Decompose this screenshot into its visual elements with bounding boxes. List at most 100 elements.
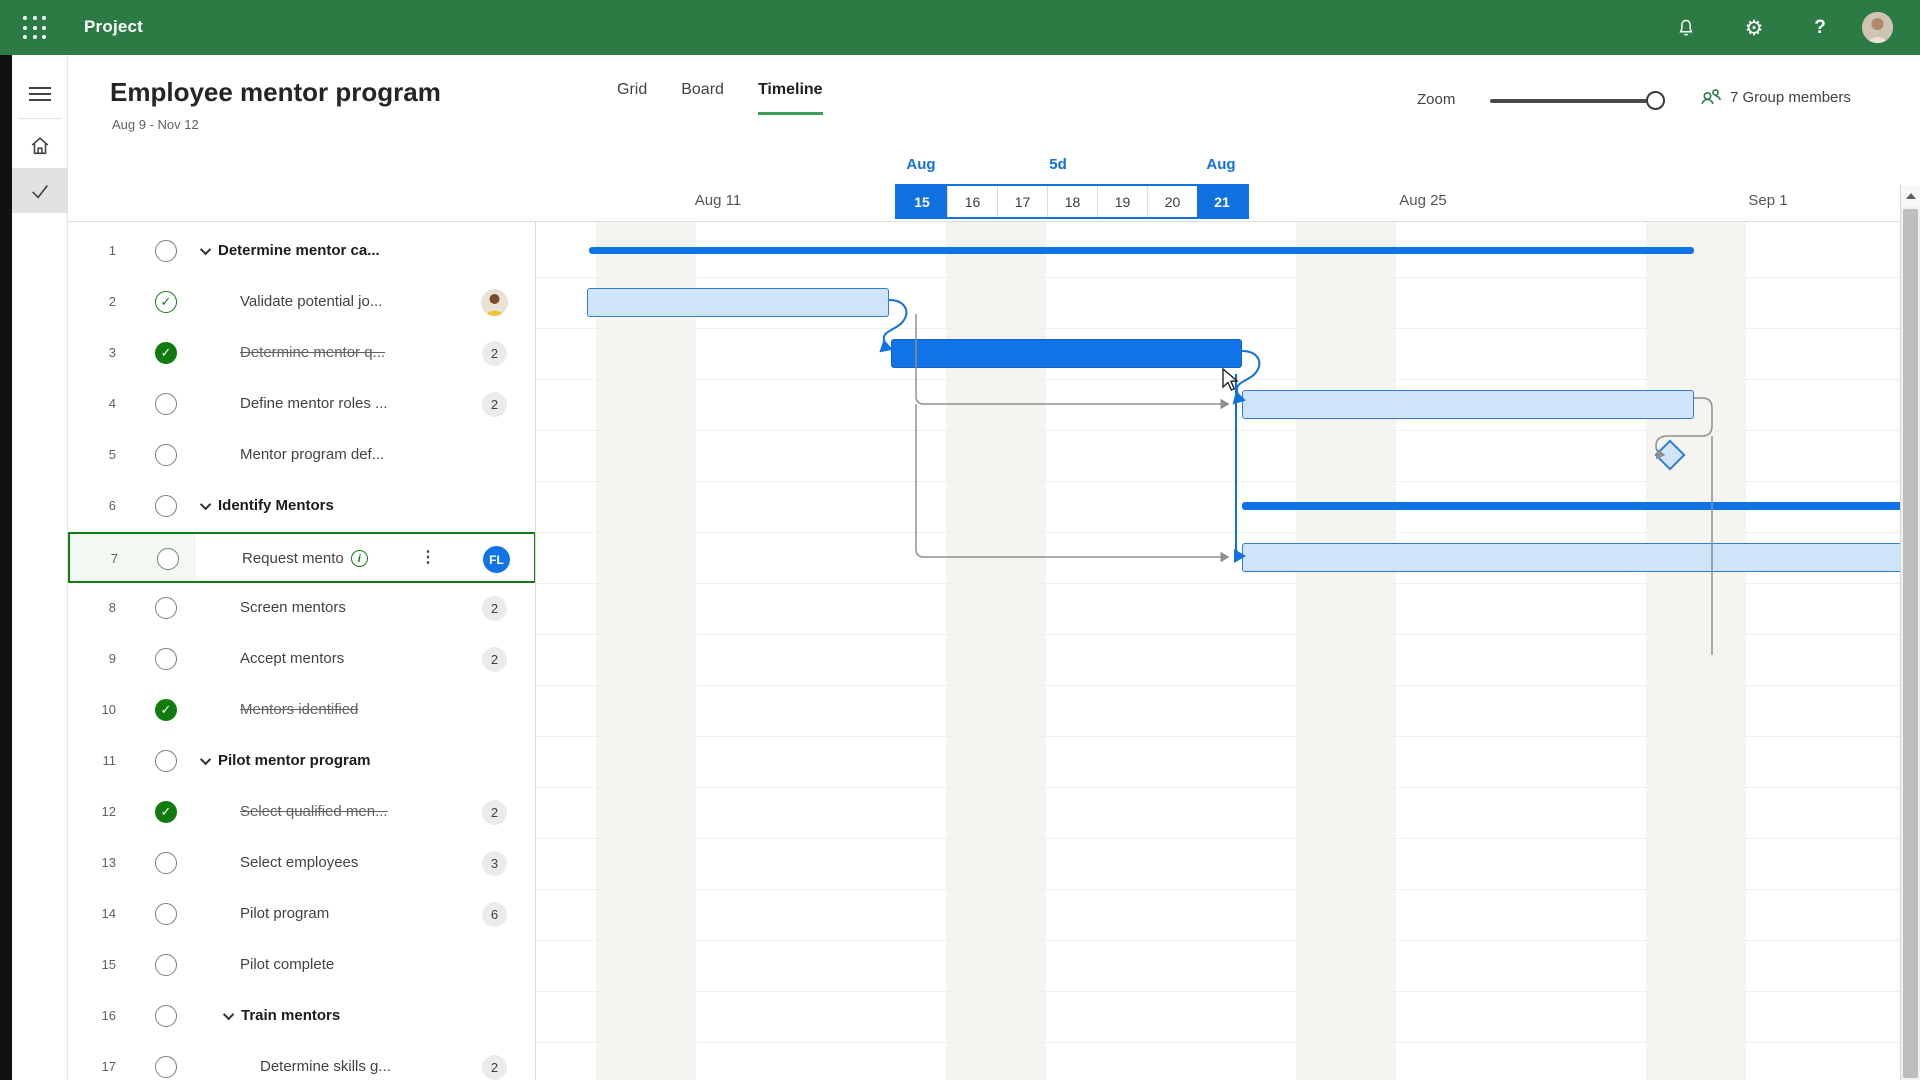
task-row[interactable]: 4Define mentor roles ...2 (68, 379, 536, 430)
task-name[interactable]: Mentor program def... (240, 446, 384, 463)
zoom-slider-knob[interactable] (1646, 91, 1665, 110)
task-row[interactable]: 10✓Mentors identified (68, 685, 536, 736)
task-name[interactable]: Define mentor roles ... (240, 395, 388, 412)
dependency-link (884, 300, 906, 349)
task-name[interactable]: Train mentors (226, 1007, 340, 1024)
task-name-text: Mentor program def... (240, 446, 384, 463)
task-name[interactable]: Screen mentors (240, 599, 346, 616)
gear-icon[interactable]: ⚙ (1740, 14, 1768, 42)
task-complete-circle[interactable] (155, 1056, 177, 1078)
task-complete-circle[interactable] (155, 240, 177, 262)
task-row[interactable]: 1Determine mentor ca... (68, 226, 536, 277)
app-launcher-icon[interactable] (22, 15, 48, 41)
task-row[interactable]: 9Accept mentors2 (68, 634, 536, 685)
task-complete-circle[interactable] (155, 954, 177, 976)
people-icon (1700, 88, 1722, 106)
dependency-link (916, 404, 1228, 557)
task-complete-circle[interactable] (155, 1005, 177, 1027)
task-completed-check[interactable]: ✓ (155, 342, 177, 364)
info-icon[interactable]: i (351, 550, 368, 567)
hamburger-icon[interactable] (12, 71, 68, 117)
task-row[interactable]: 5Mentor program def... (68, 430, 536, 481)
more-options-icon[interactable]: ⋮ (420, 547, 436, 571)
task-name[interactable]: Determine mentor ca... (203, 242, 380, 259)
subtask-count-badge: 2 (482, 800, 507, 825)
task-complete-circle[interactable] (155, 495, 177, 517)
task-name[interactable]: Pilot mentor program (203, 752, 371, 769)
task-row[interactable]: 13Select employees3 (68, 838, 536, 889)
task-completed-check[interactable]: ✓ (155, 291, 177, 313)
task-row[interactable]: 3✓Determine mentor q...2 (68, 328, 536, 379)
task-name-text: Select qualified men... (240, 803, 388, 820)
task-complete-circle[interactable] (155, 597, 177, 619)
task-completed-check[interactable]: ✓ (155, 801, 177, 823)
task-name[interactable]: Select qualified men... (240, 803, 388, 820)
day-cell-15[interactable]: 15 (897, 186, 947, 217)
scrollbar-thumb[interactable] (1903, 209, 1918, 1078)
assignee-avatar[interactable] (481, 289, 508, 316)
task-completed-check[interactable]: ✓ (155, 699, 177, 721)
task-complete-circle[interactable] (155, 750, 177, 772)
chevron-down-icon[interactable] (200, 753, 211, 764)
scroll-up-icon[interactable] (1901, 185, 1920, 207)
subtask-count-badge: 2 (482, 341, 507, 366)
project-date-range: Aug 9 - Nov 12 (112, 117, 199, 132)
task-name[interactable]: Validate potential jo... (240, 293, 382, 310)
assignee-avatar[interactable]: FL (483, 546, 510, 573)
chevron-down-icon[interactable] (223, 1008, 234, 1019)
task-row[interactable]: 7Request mentoi⋮FL (68, 532, 536, 583)
tab-board[interactable]: Board (681, 81, 724, 115)
group-members-button[interactable]: 7 Group members (1700, 88, 1851, 106)
day-cell-16[interactable]: 16 (947, 186, 997, 217)
user-avatar[interactable] (1862, 12, 1893, 43)
task-name[interactable]: Pilot complete (240, 956, 334, 973)
task-complete-circle[interactable] (155, 444, 177, 466)
vertical-scrollbar[interactable] (1900, 185, 1920, 1080)
zoom-slider-track[interactable] (1490, 99, 1655, 103)
home-icon[interactable] (12, 123, 68, 169)
task-row[interactable]: 8Screen mentors2 (68, 583, 536, 634)
task-row[interactable]: 17Determine skills g...2 (68, 1042, 536, 1080)
task-name[interactable]: Determine mentor q... (240, 344, 385, 361)
task-row[interactable]: 2✓Validate potential jo... (68, 277, 536, 328)
task-row[interactable]: 12✓Select qualified men...2 (68, 787, 536, 838)
mouse-cursor (1220, 368, 1242, 392)
task-name-text: Pilot complete (240, 956, 334, 973)
task-name[interactable]: Select employees (240, 854, 358, 871)
task-name-text: Determine skills g... (260, 1058, 391, 1075)
day-cell-17[interactable]: 17 (997, 186, 1047, 217)
task-complete-circle[interactable] (155, 648, 177, 670)
task-row[interactable]: 11Pilot mentor program (68, 736, 536, 787)
task-name[interactable]: Pilot program (240, 905, 329, 922)
task-complete-circle[interactable] (155, 903, 177, 925)
task-row[interactable]: 16Train mentors (68, 991, 536, 1042)
task-row[interactable]: 14Pilot program6 (68, 889, 536, 940)
day-cell-21[interactable]: 21 (1197, 186, 1247, 217)
task-name[interactable]: Request mentoi (242, 550, 368, 567)
day-cell-20[interactable]: 20 (1147, 186, 1197, 217)
help-icon[interactable]: ? (1806, 14, 1834, 42)
range-duration-label: 5d (1049, 156, 1067, 173)
tab-grid[interactable]: Grid (617, 81, 647, 115)
task-name[interactable]: Determine skills g... (260, 1058, 391, 1075)
selected-date-range[interactable]: 15161718192021 (895, 184, 1249, 219)
task-name-text: Train mentors (241, 1007, 340, 1024)
task-list-panel: 1Determine mentor ca... 2 ✓ Validate potent… (68, 222, 536, 1080)
chevron-down-icon[interactable] (200, 498, 211, 509)
check-icon[interactable] (12, 168, 68, 213)
task-row[interactable]: 15Pilot complete (68, 940, 536, 991)
task-row[interactable]: 6Identify Mentors (68, 481, 536, 532)
day-cell-19[interactable]: 19 (1097, 186, 1147, 217)
bell-icon[interactable] (1672, 14, 1700, 42)
task-complete-circle[interactable] (157, 548, 179, 570)
dependency-link (1236, 374, 1244, 556)
tab-timeline[interactable]: Timeline (758, 81, 823, 115)
task-complete-circle[interactable] (155, 852, 177, 874)
task-name[interactable]: Mentors identified (240, 701, 358, 718)
task-name[interactable]: Accept mentors (240, 650, 344, 667)
app-title: Project (84, 17, 143, 37)
task-complete-circle[interactable] (155, 393, 177, 415)
day-cell-18[interactable]: 18 (1047, 186, 1097, 217)
task-name[interactable]: Identify Mentors (203, 497, 334, 514)
chevron-down-icon[interactable] (200, 243, 211, 254)
